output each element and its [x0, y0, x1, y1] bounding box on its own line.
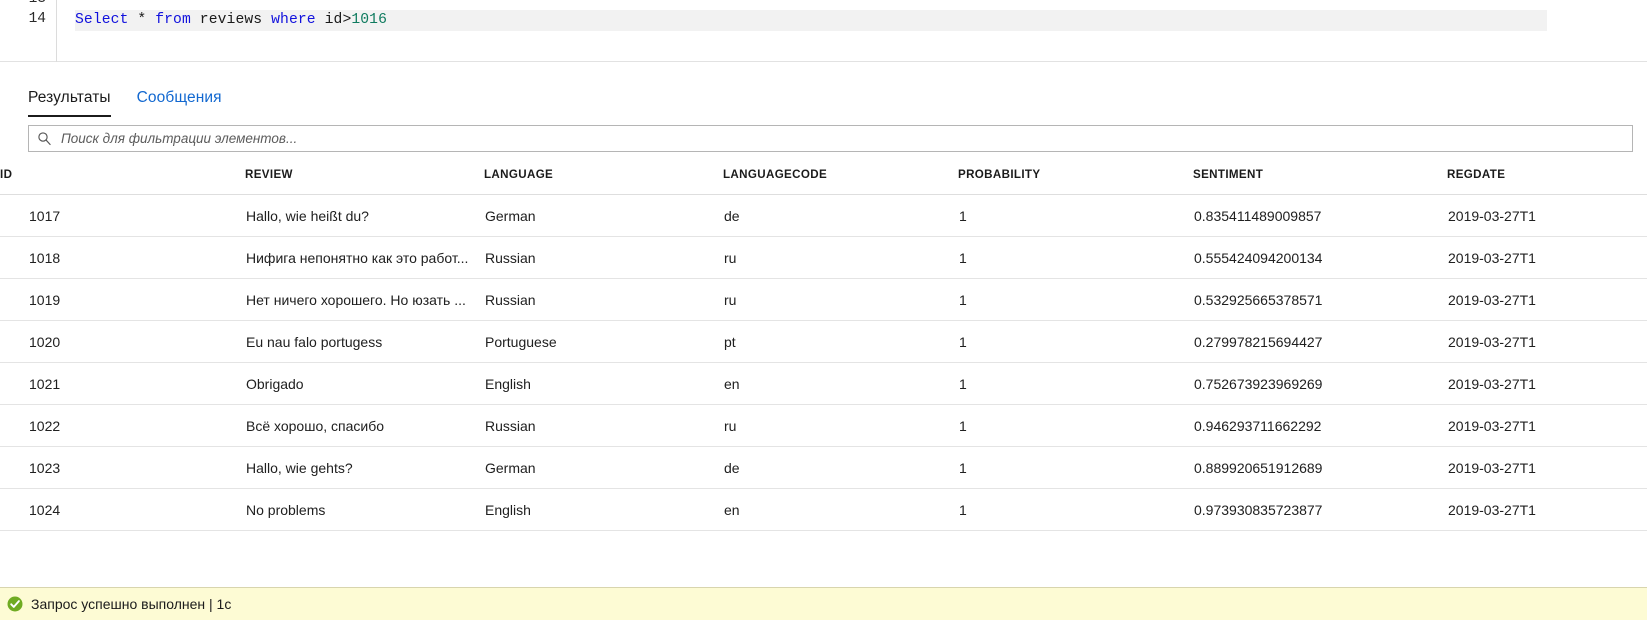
cell-regdate[interactable]: 2019-03-27T1: [1447, 404, 1647, 447]
cell-sentiment[interactable]: 0.279978215694427: [1193, 320, 1447, 363]
cell-regdate[interactable]: 2019-03-27T1: [1447, 236, 1647, 279]
cell-sentiment[interactable]: 0.973930835723877: [1193, 488, 1447, 531]
cell-review[interactable]: Hallo, wie heißt du?: [245, 194, 484, 237]
cell-languagecode[interactable]: en: [723, 362, 958, 405]
cell-review[interactable]: Нифига непонятно как это работ...: [245, 236, 484, 279]
sql-keyword-where: where: [271, 12, 316, 28]
cell-id[interactable]: 1021: [0, 362, 245, 405]
sql-table-name: reviews: [190, 12, 272, 28]
cell-id[interactable]: 1022: [0, 404, 245, 447]
cell-sentiment[interactable]: 0.889920651912689: [1193, 446, 1447, 489]
cell-regdate[interactable]: 2019-03-27T1: [1447, 446, 1647, 489]
status-message: Запрос успешно выполнен | 1с: [31, 596, 232, 612]
cell-probability[interactable]: 1: [958, 362, 1193, 405]
cell-id[interactable]: 1018: [0, 236, 245, 279]
cell-id[interactable]: 1017: [0, 194, 245, 237]
results-tabstrip: Результаты Сообщения: [0, 89, 1647, 119]
cell-language[interactable]: Russian: [484, 278, 723, 321]
table-row[interactable]: 1017 Hallo, wie heißt du? German de 1 0.83541…: [0, 194, 1647, 237]
cell-id[interactable]: 1020: [0, 320, 245, 363]
search-icon: [38, 132, 51, 146]
sql-star: *: [128, 12, 156, 28]
cell-probability[interactable]: 1: [958, 194, 1193, 237]
filter-search-box[interactable]: [28, 125, 1633, 152]
cell-id[interactable]: 1019: [0, 278, 245, 321]
cell-probability[interactable]: 1: [958, 446, 1193, 489]
column-header-sentiment[interactable]: SENTIMENT: [1193, 168, 1447, 195]
table-header-row: ID REVIEW LANGUAGE LANGUAGECODE PROBABIL…: [0, 168, 1647, 195]
line-number-13: 13: [29, 0, 46, 7]
cell-review[interactable]: Нет ничего хорошего. Но юзать ...: [245, 278, 484, 321]
column-header-probability[interactable]: PROBABILITY: [958, 168, 1193, 195]
search-input[interactable]: [59, 130, 1624, 147]
cell-id[interactable]: 1024: [0, 488, 245, 531]
cell-probability[interactable]: 1: [958, 488, 1193, 531]
column-header-languagecode[interactable]: LANGUAGECODE: [723, 168, 958, 195]
cell-language[interactable]: English: [484, 488, 723, 531]
cell-languagecode[interactable]: ru: [723, 236, 958, 279]
cell-review[interactable]: Eu nau falo portugess: [245, 320, 484, 363]
cell-regdate[interactable]: 2019-03-27T1: [1447, 194, 1647, 237]
cell-probability[interactable]: 1: [958, 404, 1193, 447]
cell-language[interactable]: German: [484, 446, 723, 489]
column-header-id[interactable]: ID: [0, 168, 245, 195]
editor-gutter: 13 14: [0, 0, 57, 62]
sql-editor[interactable]: 13 14 Select * from reviews where id>101…: [0, 0, 1647, 62]
cell-id[interactable]: 1023: [0, 446, 245, 489]
cell-regdate[interactable]: 2019-03-27T1: [1447, 362, 1647, 405]
sql-query-line[interactable]: Select * from reviews where id>1016: [75, 10, 1548, 31]
sql-keyword-select: Select: [75, 12, 129, 28]
cell-sentiment[interactable]: 0.752673923969269: [1193, 362, 1447, 405]
tab-messages[interactable]: Сообщения: [137, 89, 222, 115]
cell-review[interactable]: Hallo, wie gehts?: [245, 446, 484, 489]
cell-regdate[interactable]: 2019-03-27T1: [1447, 488, 1647, 531]
cell-languagecode[interactable]: de: [723, 194, 958, 237]
column-header-review[interactable]: REVIEW: [245, 168, 484, 195]
cell-language[interactable]: Russian: [484, 236, 723, 279]
cell-language[interactable]: German: [484, 194, 723, 237]
cell-probability[interactable]: 1: [958, 236, 1193, 279]
table-row[interactable]: 1023 Hallo, wie gehts? German de 1 0.88992065…: [0, 446, 1647, 489]
cell-sentiment[interactable]: 0.532925665378571: [1193, 278, 1447, 321]
results-table: ID REVIEW LANGUAGE LANGUAGECODE PROBABIL…: [0, 168, 1647, 531]
cell-review[interactable]: Всё хорошо, спасибо: [245, 404, 484, 447]
cell-regdate[interactable]: 2019-03-27T1: [1447, 320, 1647, 363]
cell-sentiment[interactable]: 0.946293711662292: [1193, 404, 1447, 447]
table-row[interactable]: 1019 Нет ничего хорошего. Но юзать ... Rus…: [0, 278, 1647, 321]
cell-languagecode[interactable]: ru: [723, 404, 958, 447]
cell-languagecode[interactable]: pt: [723, 320, 958, 363]
column-header-regdate[interactable]: REGDATE: [1447, 168, 1647, 195]
table-row[interactable]: 1020 Eu nau falo portugess Portuguese pt 1 0.…: [0, 320, 1647, 363]
cell-regdate[interactable]: 2019-03-27T1: [1447, 278, 1647, 321]
cell-language[interactable]: Portuguese: [484, 320, 723, 363]
tab-results[interactable]: Результаты: [28, 89, 111, 117]
cell-languagecode[interactable]: en: [723, 488, 958, 531]
cell-language[interactable]: Russian: [484, 404, 723, 447]
cell-probability[interactable]: 1: [958, 278, 1193, 321]
line-number-14: 14: [28, 11, 46, 27]
cell-languagecode[interactable]: de: [723, 446, 958, 489]
cell-review[interactable]: No problems: [245, 488, 484, 531]
cell-language[interactable]: English: [484, 362, 723, 405]
cell-sentiment[interactable]: 0.555424094200134: [1193, 236, 1447, 279]
column-header-language[interactable]: LANGUAGE: [484, 168, 723, 195]
success-check-icon: [7, 596, 23, 612]
sql-keyword-from: from: [155, 12, 191, 28]
cell-sentiment[interactable]: 0.835411489009857: [1193, 194, 1447, 237]
results-grid[interactable]: ID REVIEW LANGUAGE LANGUAGECODE PROBABIL…: [0, 168, 1647, 531]
table-row[interactable]: 1018 Нифига непонятно как это работ... Rus…: [0, 236, 1647, 279]
sql-predicate: id>: [315, 12, 352, 28]
cell-review[interactable]: Obrigado: [245, 362, 484, 405]
table-row[interactable]: 1022 Всё хорошо, спасибо Russian ru 1 0.94629…: [0, 404, 1647, 447]
table-row[interactable]: 1021 Obrigado English en 1 0.752673923969269 2…: [0, 362, 1647, 405]
sql-literal-number: 1016: [351, 12, 388, 28]
table-row[interactable]: 1024 No problems English en 1 0.9739308357238…: [0, 488, 1647, 531]
status-bar: Запрос успешно выполнен | 1с: [0, 587, 1647, 620]
cell-languagecode[interactable]: ru: [723, 278, 958, 321]
cell-probability[interactable]: 1: [958, 320, 1193, 363]
